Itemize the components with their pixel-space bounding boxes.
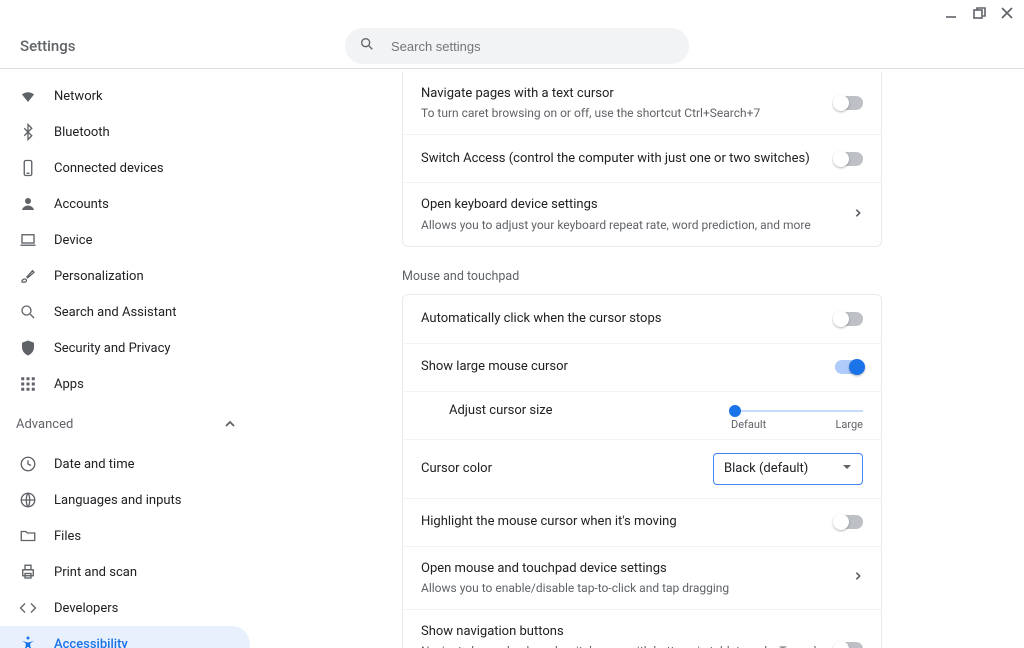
sidebar-item-label: Apps <box>54 377 84 392</box>
row-cursor-color: Cursor color Black (default) <box>403 439 881 498</box>
cursor-color-value: Black (default) <box>724 461 808 476</box>
folder-icon <box>18 526 38 546</box>
person-icon <box>18 194 38 214</box>
magnify-icon <box>18 302 38 322</box>
chevron-right-icon <box>853 570 863 585</box>
code-icon <box>18 598 38 618</box>
search-input[interactable] <box>389 38 675 55</box>
sidebar-advanced-toggle[interactable]: Advanced <box>0 406 260 442</box>
sidebar-item-personalization[interactable]: Personalization <box>0 258 250 294</box>
content-scroll[interactable]: Navigate pages with a text cursor To tur… <box>260 68 1024 648</box>
keyboard-text-input-card: Navigate pages with a text cursor To tur… <box>402 72 882 247</box>
slider-min-label: Default <box>731 418 766 431</box>
wifi-icon <box>18 86 38 106</box>
cursor-color-label: Cursor color <box>421 460 701 478</box>
slider-max-label: Large <box>835 418 863 431</box>
advanced-label: Advanced <box>16 417 73 432</box>
sidebar-item-security-privacy[interactable]: Security and Privacy <box>0 330 250 366</box>
sidebar-item-label: Accounts <box>54 197 109 212</box>
cursor-size-slider[interactable] <box>731 410 863 412</box>
slider-thumb[interactable] <box>729 405 741 417</box>
autoclick-title: Automatically click when the cursor stop… <box>421 310 823 328</box>
sidebar-item-languages[interactable]: Languages and inputs <box>0 482 250 518</box>
sidebar-item-label: Files <box>54 529 81 544</box>
search-field[interactable] <box>345 28 689 64</box>
laptop-icon <box>18 230 38 250</box>
sidebar: Network Bluetooth Connected devices Acco… <box>0 70 260 648</box>
caret-browsing-toggle[interactable] <box>835 96 863 110</box>
caret-browsing-title: Navigate pages with a text cursor <box>421 85 823 103</box>
nav-buttons-sub-text: Navigate home, back, and switch apps wit… <box>421 644 816 648</box>
chevron-up-icon <box>224 418 236 430</box>
sidebar-item-label: Connected devices <box>54 161 164 176</box>
sidebar-item-date-time[interactable]: Date and time <box>0 446 250 482</box>
highlight-cursor-toggle[interactable] <box>835 515 863 529</box>
row-open-keyboard-settings[interactable]: Open keyboard device settings Allows you… <box>403 182 881 245</box>
row-large-cursor: Show large mouse cursor <box>403 343 881 391</box>
sidebar-item-label: Developers <box>54 601 118 616</box>
mouse-touchpad-card: Automatically click when the cursor stop… <box>402 294 882 648</box>
sidebar-item-label: Accessibility <box>54 637 128 648</box>
sidebar-item-files[interactable]: Files <box>0 518 250 554</box>
sidebar-item-search-assistant[interactable]: Search and Assistant <box>0 294 250 330</box>
maximize-button[interactable] <box>970 4 988 22</box>
sidebar-item-accounts[interactable]: Accounts <box>0 186 250 222</box>
close-window-button[interactable] <box>998 4 1016 22</box>
row-autoclick: Automatically click when the cursor stop… <box>403 295 881 343</box>
sidebar-item-label: Network <box>54 89 103 104</box>
search-icon <box>359 36 389 56</box>
globe-icon <box>18 490 38 510</box>
sidebar-item-accessibility[interactable]: Accessibility <box>0 626 250 648</box>
sidebar-item-label: Search and Assistant <box>54 305 177 320</box>
brush-icon <box>18 266 38 286</box>
row-caret-browsing: Navigate pages with a text cursor To tur… <box>403 72 881 134</box>
accessibility-icon <box>18 634 38 648</box>
section-heading-mouse: Mouse and touchpad <box>402 269 882 284</box>
phone-icon <box>18 158 38 178</box>
row-highlight-cursor: Highlight the mouse cursor when it's mov… <box>403 498 881 546</box>
sidebar-item-label: Print and scan <box>54 565 137 580</box>
sidebar-item-connected-devices[interactable]: Connected devices <box>0 150 250 186</box>
large-cursor-toggle[interactable] <box>835 360 863 374</box>
bluetooth-icon <box>18 122 38 142</box>
chevron-right-icon <box>853 207 863 222</box>
mouse-settings-title: Open mouse and touchpad device settings <box>421 560 841 578</box>
nav-buttons-title: Show navigation buttons <box>421 623 823 641</box>
row-open-mouse-settings[interactable]: Open mouse and touchpad device settings … <box>403 546 881 609</box>
row-switch-access: Switch Access (control the computer with… <box>403 134 881 182</box>
sidebar-item-label: Device <box>54 233 93 248</box>
sidebar-item-print-scan[interactable]: Print and scan <box>0 554 250 590</box>
mouse-settings-sub: Allows you to enable/disable tap-to-clic… <box>421 580 841 596</box>
autoclick-toggle[interactable] <box>835 312 863 326</box>
printer-icon <box>18 562 38 582</box>
sidebar-item-label: Security and Privacy <box>54 341 171 356</box>
minimize-button[interactable] <box>942 4 960 22</box>
switch-access-toggle[interactable] <box>835 152 863 166</box>
keyboard-settings-sub: Allows you to adjust your keyboard repea… <box>421 217 841 233</box>
app-title: Settings <box>20 37 76 55</box>
nav-buttons-toggle[interactable] <box>835 642 863 648</box>
clock-icon <box>18 454 38 474</box>
chevron-down-icon <box>842 461 852 476</box>
cursor-color-dropdown[interactable]: Black (default) <box>713 453 863 485</box>
sidebar-item-developers[interactable]: Developers <box>0 590 250 626</box>
sidebar-item-bluetooth[interactable]: Bluetooth <box>0 114 250 150</box>
keyboard-settings-title: Open keyboard device settings <box>421 196 841 214</box>
sidebar-item-label: Bluetooth <box>54 125 110 140</box>
row-cursor-size: Adjust cursor size Default Large <box>403 391 881 439</box>
shield-icon <box>18 338 38 358</box>
sidebar-item-label: Date and time <box>54 457 135 472</box>
row-nav-buttons: Show navigation buttons Navigate home, b… <box>403 609 881 648</box>
sidebar-item-label: Languages and inputs <box>54 493 182 508</box>
caret-browsing-sub: To turn caret browsing on or off, use th… <box>421 105 823 121</box>
apps-grid-icon <box>18 374 38 394</box>
switch-access-title: Switch Access (control the computer with… <box>421 150 823 168</box>
nav-buttons-sub: Navigate home, back, and switch apps wit… <box>421 643 823 648</box>
sidebar-item-apps[interactable]: Apps <box>0 366 250 402</box>
sidebar-item-device[interactable]: Device <box>0 222 250 258</box>
large-cursor-title: Show large mouse cursor <box>421 358 823 376</box>
sidebar-item-label: Personalization <box>54 269 144 284</box>
sidebar-item-network[interactable]: Network <box>0 78 250 114</box>
highlight-cursor-title: Highlight the mouse cursor when it's mov… <box>421 513 823 531</box>
